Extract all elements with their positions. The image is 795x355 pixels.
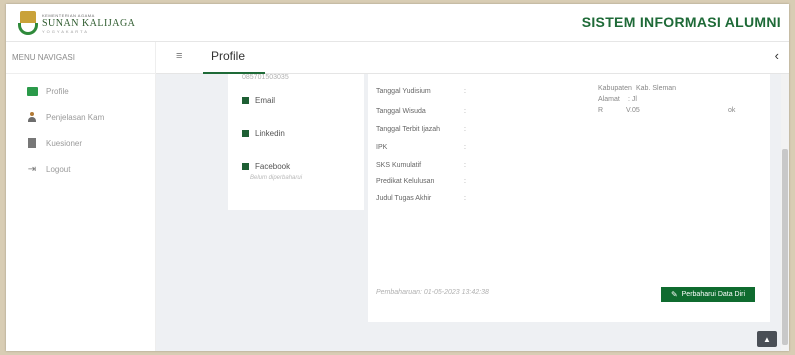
sidebar-item-label: Kuesioner <box>46 138 83 148</box>
sidebar-item-label: Profile <box>46 86 69 96</box>
field-label: SKS Kumulatif <box>376 162 422 169</box>
alamat-value: : Jl <box>628 96 637 103</box>
logout-icon: ⇥ <box>27 163 37 175</box>
scroll-to-top-button[interactable]: ▲ <box>757 331 777 347</box>
address-line-part: R <box>598 107 604 114</box>
field-colon: : <box>464 126 466 133</box>
kabupaten-label: Kabupaten <box>598 85 632 92</box>
sidebar-item-penjelasan[interactable]: Penjelasan Kam <box>6 106 155 128</box>
field-label: Tanggal Yudisium <box>376 88 431 95</box>
field-colon: : <box>464 178 466 185</box>
user-icon <box>26 112 38 122</box>
logo-sub-text: YOGYAKARTA <box>42 28 89 34</box>
edit-icon: ✎ <box>670 290 678 299</box>
sidebar-item-logout[interactable]: ⇥ Logout <box>6 158 155 180</box>
alamat-label: Alamat <box>598 96 620 103</box>
sidebar: MENU NAVIGASI Profile Penjelasan Kam Kue… <box>6 42 156 351</box>
field-colon: : <box>464 195 466 202</box>
field-label: Tanggal Terbit Ijazah <box>376 126 441 133</box>
contact-card: 085701503035 Email Linkedin Facebook Bel… <box>228 74 364 210</box>
logo-emblem-icon <box>18 11 38 35</box>
academic-card: Tanggal Yudisium : Tanggal Wisuda : Tang… <box>368 74 770 322</box>
email-icon <box>242 97 249 104</box>
top-header: KEMENTERIAN AGAMA SUNAN KALIJAGA YOGYAKA… <box>6 4 789 42</box>
facebook-note: Belum diperbaharui <box>250 175 303 181</box>
linkedin-link[interactable]: Linkedin <box>242 129 285 138</box>
kabupaten-value: Kab. Sleman <box>636 85 677 92</box>
facebook-label: Facebook <box>255 162 291 171</box>
field-colon: : <box>464 144 466 151</box>
document-icon <box>26 138 38 148</box>
sidebar-item-label: Logout <box>46 164 71 174</box>
profile-icon <box>26 86 38 96</box>
linkedin-icon <box>242 130 249 137</box>
field-label: Predikat Kelulusan <box>376 178 435 185</box>
facebook-icon <box>242 163 249 170</box>
sidebar-item-label: Penjelasan Kam <box>46 112 105 122</box>
scrollbar-thumb[interactable] <box>782 149 788 345</box>
sidebar-item-kuesioner[interactable]: Kuesioner <box>6 132 155 154</box>
main-content: ≡ Profile ‹ 085701503035 Email Linkedin … <box>156 42 789 351</box>
facebook-link[interactable]: Facebook <box>242 162 290 171</box>
system-title: SISTEM INFORMASI ALUMNI <box>581 14 781 30</box>
logo-main-text: SUNAN KALIJAGA <box>42 17 136 29</box>
app-window: KEMENTERIAN AGAMA SUNAN KALIJAGA YOGYAKA… <box>6 4 789 351</box>
sidebar-item-profile[interactable]: Profile <box>6 80 155 102</box>
field-label: IPK <box>376 144 388 151</box>
last-update-text: Pembaharuan: 01-05-2023 13:42:38 <box>376 289 489 296</box>
field-label: Tanggal Wisuda <box>376 108 426 115</box>
field-colon: : <box>464 88 466 95</box>
phone-number: 085701503035 <box>242 74 289 81</box>
university-logo[interactable]: KEMENTERIAN AGAMA SUNAN KALIJAGA YOGYAKA… <box>18 10 135 36</box>
chevron-up-icon: ▲ <box>763 334 771 344</box>
scrollbar[interactable] <box>781 74 789 351</box>
hamburger-menu-icon[interactable]: ≡ <box>176 50 182 62</box>
linkedin-label: Linkedin <box>255 129 285 138</box>
field-colon: : <box>464 162 466 169</box>
update-profile-button[interactable]: ✎ Perbaharui Data Diri <box>661 287 755 302</box>
field-colon: : <box>464 108 466 115</box>
address-line-part: ok <box>728 107 736 114</box>
email-label: Email <box>255 96 276 105</box>
address-line-part: V.05 <box>626 107 640 114</box>
sidebar-heading: MENU NAVIGASI <box>6 42 155 74</box>
update-profile-label: Perbaharui Data Diri <box>681 291 746 298</box>
content-header: ≡ Profile ‹ <box>156 42 789 74</box>
email-link[interactable]: Email <box>242 96 275 105</box>
chevron-left-icon[interactable]: ‹ <box>775 48 779 63</box>
field-label: Judul Tugas Akhir <box>376 195 432 202</box>
page-title: Profile <box>211 49 246 63</box>
